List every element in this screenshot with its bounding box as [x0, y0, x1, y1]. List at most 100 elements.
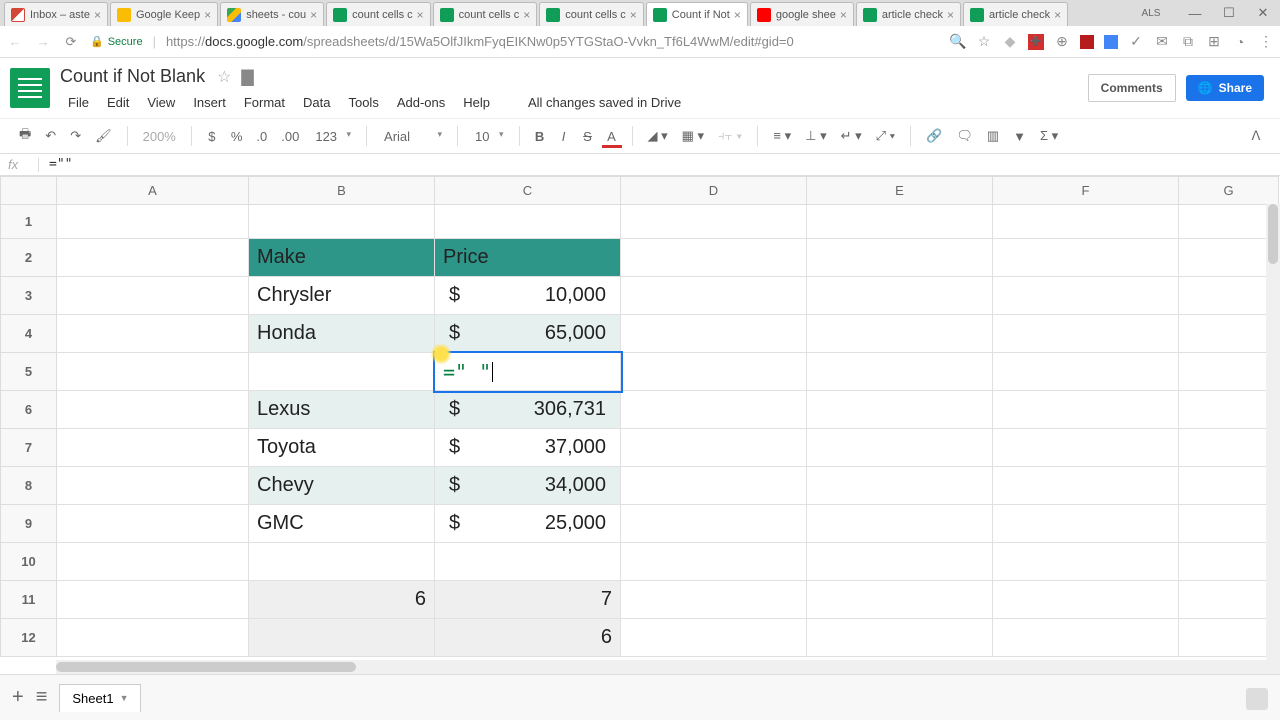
empty-cell[interactable] — [807, 239, 993, 277]
empty-cell[interactable] — [621, 239, 807, 277]
url-text[interactable]: https://docs.google.com/spreadsheets/d/1… — [166, 34, 940, 49]
ext-9-icon[interactable]: ⊞ — [1206, 34, 1222, 50]
more-formats-button[interactable]: 123 — [308, 126, 356, 147]
empty-cell[interactable] — [807, 543, 993, 581]
menu-tools[interactable]: Tools — [340, 91, 386, 114]
empty-cell[interactable] — [993, 353, 1179, 391]
collapse-toolbar-icon[interactable]: ᐱ — [1246, 124, 1266, 148]
row-header-8[interactable]: 8 — [1, 467, 57, 505]
empty-cell[interactable] — [435, 543, 621, 581]
row-header-6[interactable]: 6 — [1, 391, 57, 429]
row-header-1[interactable]: 1 — [1, 205, 57, 239]
fill-color-button[interactable]: ◢ ▾ — [643, 124, 673, 148]
col-header-A[interactable]: A — [57, 177, 249, 205]
tab-close-icon[interactable]: × — [734, 8, 741, 22]
col-header-C[interactable]: C — [435, 177, 621, 205]
window-maximize-icon[interactable]: ☐ — [1212, 5, 1246, 21]
merge-button[interactable]: ⫞⫟ ▾ — [713, 124, 747, 148]
browser-tab[interactable]: Inbox – aste× — [4, 2, 108, 26]
empty-cell[interactable] — [1179, 619, 1279, 657]
zoom-icon[interactable]: 🔍 — [950, 34, 966, 50]
empty-cell[interactable] — [621, 391, 807, 429]
browser-tab[interactable]: article check× — [963, 2, 1068, 26]
empty-cell[interactable] — [621, 619, 807, 657]
price-cell[interactable]: $37,000 — [435, 429, 621, 467]
browser-tab[interactable]: sheets - cou× — [220, 2, 324, 26]
row-header-10[interactable]: 10 — [1, 543, 57, 581]
window-minimize-icon[interactable]: — — [1178, 6, 1212, 21]
borders-button[interactable]: ▦ ▾ — [677, 124, 709, 148]
tab-close-icon[interactable]: × — [630, 8, 637, 22]
empty-cell[interactable] — [807, 505, 993, 543]
sheet-tab[interactable]: Sheet1 ▼ — [59, 684, 141, 712]
editing-cell[interactable]: =" " — [435, 353, 621, 391]
price-cell[interactable]: $65,000 — [435, 315, 621, 353]
row-header-11[interactable]: 11 — [1, 581, 57, 619]
empty-cell[interactable] — [993, 429, 1179, 467]
col-header-G[interactable]: G — [1179, 177, 1279, 205]
all-sheets-button[interactable]: ≡ — [36, 686, 48, 709]
empty-cell[interactable] — [993, 543, 1179, 581]
ext-6-icon[interactable]: ✓ — [1128, 34, 1144, 50]
row-header-4[interactable]: 4 — [1, 315, 57, 353]
empty-cell[interactable] — [1179, 467, 1279, 505]
empty-cell[interactable] — [57, 353, 249, 391]
empty-cell[interactable] — [57, 205, 249, 239]
empty-cell[interactable] — [807, 619, 993, 657]
share-button[interactable]: 🌐 Share — [1186, 75, 1264, 101]
make-cell[interactable]: Lexus — [249, 391, 435, 429]
empty-cell[interactable] — [993, 581, 1179, 619]
tab-close-icon[interactable]: × — [417, 8, 424, 22]
horizontal-scrollbar[interactable] — [56, 660, 1280, 674]
ext-7-icon[interactable]: ✉ — [1154, 34, 1170, 50]
formula-input[interactable]: ="" — [49, 157, 72, 172]
empty-cell[interactable] — [807, 205, 993, 239]
rotate-button[interactable]: ⤢ ▾ — [871, 124, 900, 148]
row-header-12[interactable]: 12 — [1, 619, 57, 657]
row-header-9[interactable]: 9 — [1, 505, 57, 543]
menu-data[interactable]: Data — [295, 91, 338, 114]
empty-cell[interactable] — [621, 353, 807, 391]
empty-cell[interactable] — [57, 543, 249, 581]
empty-cell[interactable] — [1179, 205, 1279, 239]
browser-tab[interactable]: count cells c× — [539, 2, 644, 26]
empty-cell[interactable] — [807, 353, 993, 391]
ext-1-icon[interactable]: ◆ — [1002, 34, 1018, 50]
comment-button[interactable]: 🗨 — [951, 124, 978, 148]
row-header-7[interactable]: 7 — [1, 429, 57, 467]
empty-cell[interactable] — [621, 467, 807, 505]
tab-close-icon[interactable]: × — [523, 8, 530, 22]
count-c-cell[interactable]: 7 — [435, 581, 621, 619]
browser-tab[interactable]: article check× — [856, 2, 961, 26]
ext-4-icon[interactable] — [1080, 35, 1094, 49]
vertical-scrollbar[interactable] — [1266, 204, 1280, 660]
empty-cell[interactable] — [1179, 239, 1279, 277]
font-family-select[interactable]: Arial — [377, 126, 447, 147]
star-icon[interactable]: ☆ — [976, 34, 992, 50]
empty-cell[interactable] — [1179, 315, 1279, 353]
price-cell[interactable]: $10,000 — [435, 277, 621, 315]
tab-close-icon[interactable]: × — [840, 8, 847, 22]
empty-cell[interactable] — [1179, 543, 1279, 581]
empty-cell[interactable] — [1179, 505, 1279, 543]
valign-button[interactable]: ⊥ ▾ — [800, 124, 831, 148]
ext-8-icon[interactable]: ⧉ — [1180, 34, 1196, 50]
browser-tab[interactable]: count cells c× — [326, 2, 431, 26]
empty-cell[interactable] — [1179, 581, 1279, 619]
empty-cell[interactable] — [807, 277, 993, 315]
make-cell[interactable]: Toyota — [249, 429, 435, 467]
empty-cell[interactable] — [57, 277, 249, 315]
tab-close-icon[interactable]: × — [947, 8, 954, 22]
empty-cell[interactable] — [807, 391, 993, 429]
increase-decimal-button[interactable]: .00 — [276, 125, 304, 148]
ext-3-icon[interactable]: ⊕ — [1054, 34, 1070, 50]
empty-cell[interactable] — [621, 429, 807, 467]
font-size-select[interactable]: 10 — [468, 126, 508, 147]
browser-menu-icon[interactable]: ⋮ — [1258, 34, 1274, 50]
empty-cell[interactable] — [1179, 353, 1279, 391]
add-sheet-button[interactable]: + — [12, 686, 24, 709]
empty-cell[interactable] — [249, 543, 435, 581]
make-cell[interactable] — [249, 353, 435, 391]
empty-cell[interactable] — [57, 429, 249, 467]
browser-tab[interactable]: count cells c× — [433, 2, 538, 26]
